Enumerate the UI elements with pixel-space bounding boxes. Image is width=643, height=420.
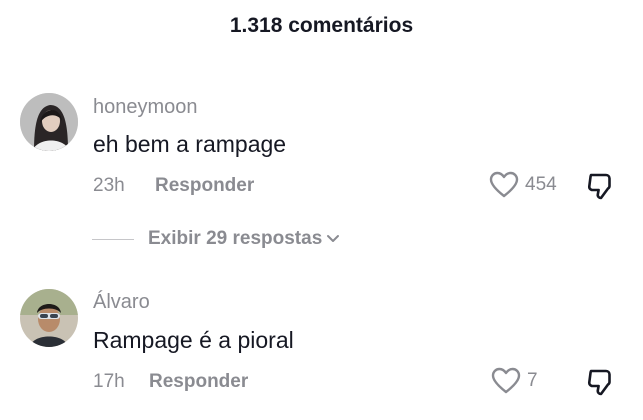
comment-text: Rampage é a pioral: [93, 327, 294, 353]
thumbs-down-icon: [587, 173, 611, 200]
heart-icon: [489, 171, 519, 198]
avatar[interactable]: [20, 289, 78, 347]
dislike-button[interactable]: [586, 171, 616, 206]
comments-panel: 1.318 comentários honeymoon eh bem a ram…: [0, 0, 643, 420]
comment-timestamp: 17h: [93, 371, 125, 392]
comment-text: eh bem a rampage: [93, 131, 287, 157]
avatar-photo: [20, 93, 78, 151]
dislike-button[interactable]: [586, 367, 616, 402]
view-replies-label: Exibir 29 respostas: [148, 228, 323, 249]
avatar[interactable]: [20, 93, 78, 151]
thumbs-down-icon: [587, 369, 611, 396]
view-replies-button[interactable]: Exibir 29 respostas: [92, 228, 340, 250]
divider-line: [92, 238, 134, 240]
reply-button[interactable]: Responder: [155, 175, 254, 197]
comment-username[interactable]: honeymoon: [93, 96, 198, 119]
comment-username[interactable]: Álvaro: [93, 291, 150, 314]
chevron-down-icon: [327, 235, 340, 242]
like-count: 7: [527, 370, 538, 391]
like-count: 454: [525, 174, 557, 195]
heart-icon: [491, 367, 521, 394]
reply-button[interactable]: Responder: [149, 371, 248, 393]
like-button[interactable]: 454: [489, 171, 557, 199]
avatar-photo: [20, 289, 78, 347]
like-button[interactable]: 7: [491, 367, 538, 395]
comments-count-title: 1.318 comentários: [229, 14, 414, 37]
comment-timestamp: 23h: [93, 175, 125, 196]
